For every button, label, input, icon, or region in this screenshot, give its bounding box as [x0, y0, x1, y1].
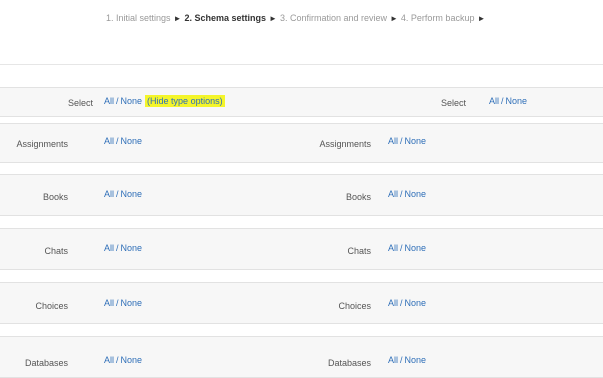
select-none-link-right[interactable]: None: [506, 96, 528, 106]
type-label-left: Choices: [35, 301, 68, 311]
select-label: Select: [67, 98, 93, 108]
type-label-left: Databases: [24, 358, 68, 368]
backup-progress-breadcrumb: 1. Initial settings ► 2. Schema settings ► 3…: [106, 13, 488, 23]
type-links-right: All / None: [388, 355, 427, 365]
type-links-right: All / None: [388, 243, 427, 253]
type-none-link[interactable]: None: [405, 298, 427, 308]
type-none-link[interactable]: None: [405, 243, 427, 253]
type-all-link[interactable]: All: [104, 189, 114, 199]
step-schema-settings: 2. Schema settings: [184, 13, 267, 23]
type-all-link[interactable]: All: [388, 189, 398, 199]
type-none-link[interactable]: None: [121, 189, 143, 199]
type-all-link[interactable]: All: [388, 243, 398, 253]
type-all-link[interactable]: All: [388, 136, 398, 146]
select-links: All / None (Hide type options): [104, 95, 225, 107]
section-divider: [0, 48, 603, 65]
type-row-books: Books All / None Books All / None: [0, 174, 603, 216]
arrow-icon: ►: [173, 14, 182, 23]
select-row: Select All / None (Hide type options) Selec…: [0, 87, 603, 117]
type-none-link[interactable]: None: [121, 243, 143, 253]
step-perform-backup: 4. Perform backup: [400, 13, 475, 23]
type-links-left: All / None: [104, 355, 143, 365]
type-all-link[interactable]: All: [104, 298, 114, 308]
step-confirmation-review: 3. Confirmation and review: [279, 13, 387, 23]
select-links-right: All / None: [489, 96, 528, 106]
type-label-right: Choices: [338, 301, 371, 311]
type-row-choices: Choices All / None Choices All / None: [0, 282, 603, 324]
arrow-icon: ►: [269, 14, 277, 23]
type-links-left: All / None: [104, 189, 143, 199]
type-label-right: Assignments: [319, 139, 371, 149]
type-label-right: Databases: [327, 358, 371, 368]
arrow-icon: ►: [390, 14, 398, 23]
select-all-link-right[interactable]: All: [489, 96, 499, 106]
type-all-link[interactable]: All: [104, 136, 114, 146]
type-row-chats: Chats All / None Chats All / None: [0, 228, 603, 270]
type-links-left: All / None: [104, 136, 143, 146]
arrow-icon: ►: [477, 14, 486, 23]
select-label-right: Select: [441, 98, 467, 108]
type-links-right: All / None: [388, 136, 427, 146]
step-initial-settings: 1. Initial settings: [106, 13, 171, 23]
select-none-link[interactable]: None: [121, 96, 143, 106]
type-label-right: Books: [345, 192, 371, 202]
type-all-link[interactable]: All: [388, 298, 398, 308]
hide-type-options-link[interactable]: (Hide type options): [145, 95, 225, 107]
type-links-left: All / None: [104, 243, 143, 253]
type-label-right: Chats: [347, 246, 371, 256]
type-all-link[interactable]: All: [388, 355, 398, 365]
type-none-link[interactable]: None: [121, 355, 143, 365]
type-none-link[interactable]: None: [405, 355, 427, 365]
type-none-link[interactable]: None: [121, 298, 143, 308]
type-links-right: All / None: [388, 189, 427, 199]
type-links-left: All / None: [104, 298, 143, 308]
type-label-left: Books: [42, 192, 68, 202]
type-all-link[interactable]: All: [104, 355, 114, 365]
select-all-link[interactable]: All: [104, 96, 114, 106]
type-none-link[interactable]: None: [405, 189, 427, 199]
type-label-left: Chats: [44, 246, 68, 256]
type-none-link[interactable]: None: [121, 136, 143, 146]
type-all-link[interactable]: All: [104, 243, 114, 253]
type-links-right: All / None: [388, 298, 427, 308]
type-row-databases: Databases All / None Databases All / None: [0, 336, 603, 378]
type-label-left: Assignments: [16, 139, 68, 149]
type-row-assignments: Assignments All / None Assignments All / Non…: [0, 123, 603, 163]
type-none-link[interactable]: None: [405, 136, 427, 146]
